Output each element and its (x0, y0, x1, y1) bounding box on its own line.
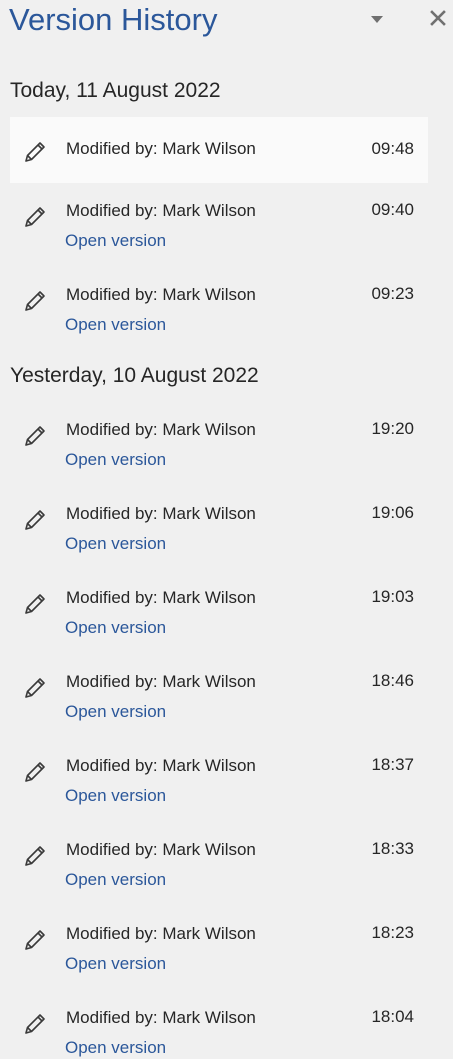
section-heading: Today, 11 August 2022 (10, 79, 221, 102)
pencil-icon (22, 675, 48, 701)
pencil-icon (22, 423, 48, 449)
modified-by-label: Modified by: Mark Wilson (66, 285, 256, 304)
modified-by-label: Modified by: Mark Wilson (66, 139, 256, 158)
pane-header: Version History (0, 0, 453, 44)
version-time: 09:48 (371, 139, 414, 158)
open-version-link[interactable]: Open version (65, 701, 166, 723)
modified-by-label: Modified by: Mark Wilson (66, 672, 256, 691)
open-version-link[interactable]: Open version (65, 230, 166, 252)
modified-by-label: Modified by: Mark Wilson (66, 756, 256, 775)
triangle-down-icon[interactable] (367, 10, 387, 28)
version-time: 18:23 (371, 923, 414, 942)
version-item[interactable]: Modified by: Mark Wilson 18:33 Open vers… (10, 819, 428, 889)
version-time: 09:23 (371, 284, 414, 303)
version-time: 09:40 (371, 200, 414, 219)
close-icon[interactable] (428, 8, 448, 28)
version-history-pane: Version History Today, 11 August 2022 Mo… (0, 0, 453, 1058)
open-version-link[interactable]: Open version (65, 617, 166, 639)
open-version-link[interactable]: Open version (65, 314, 166, 336)
version-time: 18:04 (371, 1007, 414, 1026)
version-item[interactable]: Modified by: Mark Wilson 18:37 Open vers… (10, 735, 428, 805)
modified-by-label: Modified by: Mark Wilson (66, 840, 256, 859)
pencil-icon (22, 204, 48, 230)
open-version-link[interactable]: Open version (65, 953, 166, 975)
open-version-link[interactable]: Open version (65, 449, 166, 471)
version-item[interactable]: Modified by: Mark Wilson 19:20 Open vers… (10, 399, 428, 469)
version-item[interactable]: Modified by: Mark Wilson 09:48 (10, 117, 428, 183)
modified-by-label: Modified by: Mark Wilson (66, 420, 256, 439)
version-item[interactable]: Modified by: Mark Wilson 19:03 Open vers… (10, 567, 428, 637)
version-item[interactable]: Modified by: Mark Wilson 19:06 Open vers… (10, 483, 428, 553)
version-time: 18:33 (371, 839, 414, 858)
modified-by-label: Modified by: Mark Wilson (66, 201, 256, 220)
modified-by-label: Modified by: Mark Wilson (66, 504, 256, 523)
pencil-icon (22, 139, 48, 165)
version-time: 19:06 (371, 503, 414, 522)
version-time: 19:20 (371, 419, 414, 438)
open-version-link[interactable]: Open version (65, 533, 166, 555)
version-item[interactable]: Modified by: Mark Wilson 18:04 Open vers… (10, 987, 428, 1057)
version-item[interactable]: Modified by: Mark Wilson 09:40 Open vers… (10, 180, 428, 250)
modified-by-label: Modified by: Mark Wilson (66, 924, 256, 943)
modified-by-label: Modified by: Mark Wilson (66, 1008, 256, 1027)
modified-by-label: Modified by: Mark Wilson (66, 588, 256, 607)
version-time: 18:46 (371, 671, 414, 690)
version-time: 19:03 (371, 587, 414, 606)
section-heading: Yesterday, 10 August 2022 (10, 364, 259, 387)
pencil-icon (22, 507, 48, 533)
open-version-link[interactable]: Open version (65, 1037, 166, 1059)
pencil-icon (22, 759, 48, 785)
pencil-icon (22, 843, 48, 869)
pencil-icon (22, 288, 48, 314)
open-version-link[interactable]: Open version (65, 869, 166, 891)
version-item[interactable]: Modified by: Mark Wilson 18:46 Open vers… (10, 651, 428, 721)
open-version-link[interactable]: Open version (65, 785, 166, 807)
version-item[interactable]: Modified by: Mark Wilson 18:23 Open vers… (10, 903, 428, 973)
pencil-icon (22, 927, 48, 953)
version-time: 18:37 (371, 755, 414, 774)
pane-title: Version History (9, 2, 218, 37)
pencil-icon (22, 1011, 48, 1037)
version-item[interactable]: Modified by: Mark Wilson 09:23 Open vers… (10, 264, 428, 334)
pencil-icon (22, 591, 48, 617)
